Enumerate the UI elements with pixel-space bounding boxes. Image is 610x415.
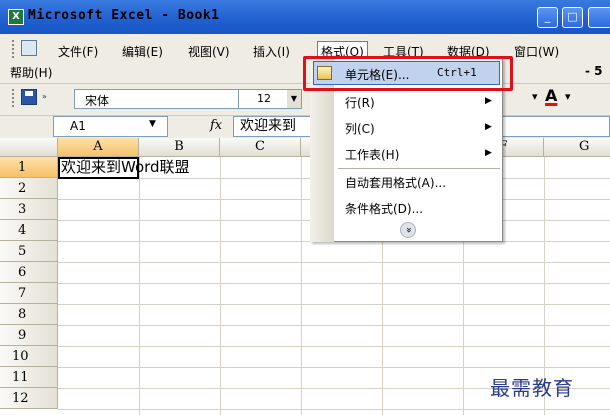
grid-line	[58, 409, 610, 410]
column-header[interactable]: B	[139, 138, 220, 157]
toolbar-options-icon[interactable]: »	[42, 92, 47, 101]
grid-line	[58, 346, 610, 347]
close-button[interactable]	[588, 7, 610, 28]
row-header[interactable]: 12	[0, 388, 58, 409]
submenu-arrow-icon: ▶	[485, 96, 492, 106]
row-header[interactable]: 2	[0, 178, 58, 199]
menu-edit[interactable]: 编辑(E)	[122, 43, 163, 60]
row-header[interactable]: 11	[0, 367, 58, 388]
maximize-button[interactable]: □	[562, 7, 583, 28]
menubar-restore[interactable]: - 5	[585, 64, 603, 78]
row-header[interactable]: 4	[0, 220, 58, 241]
row-header[interactable]: 3	[0, 199, 58, 220]
row-header[interactable]: 7	[0, 283, 58, 304]
menu-item-column[interactable]: 列(C)	[345, 120, 375, 137]
grid-line	[139, 157, 140, 415]
font-color-dropdown-icon[interactable]: ▾	[565, 90, 571, 103]
font-name-value: 宋体	[85, 94, 110, 108]
save-icon[interactable]	[21, 89, 37, 105]
menu-file[interactable]: 文件(F)	[58, 43, 98, 60]
grid-line	[58, 325, 610, 326]
font-size-select[interactable]: 12 ▼	[238, 89, 302, 109]
column-header[interactable]: A	[58, 138, 139, 157]
grid-line	[58, 262, 610, 263]
toolbar-grip[interactable]	[12, 89, 15, 107]
name-box-arrow-icon[interactable]: ▼	[149, 119, 156, 129]
grid-line	[301, 157, 302, 415]
window-title: Microsoft Excel - Book1	[28, 8, 220, 23]
grid-line	[220, 157, 221, 415]
row-header[interactable]: 6	[0, 262, 58, 283]
row-header[interactable]: 9	[0, 325, 58, 346]
row-header[interactable]: 8	[0, 304, 58, 325]
toolbar-arrow-icon[interactable]: ▾	[532, 90, 538, 103]
menu-item-conditional-format[interactable]: 条件格式(D)...	[345, 200, 423, 217]
submenu-arrow-icon: ▶	[485, 148, 492, 158]
font-name-select[interactable]: 宋体 ▼	[74, 89, 260, 109]
select-all-corner[interactable]	[0, 138, 58, 157]
cell-a1[interactable]: 欢迎来到Word联盟	[58, 157, 190, 179]
menu-item-autoformat[interactable]: 自动套用格式(A)...	[345, 174, 446, 191]
row-header[interactable]: 1	[0, 157, 58, 178]
row-header[interactable]: 5	[0, 241, 58, 262]
chevron-down-icon: ▼	[287, 90, 301, 108]
excel-icon: X	[8, 9, 24, 25]
menu-separator	[338, 168, 500, 169]
font-size-value: 12	[257, 92, 271, 105]
menubar-grip[interactable]	[12, 40, 15, 58]
menu-insert[interactable]: 插入(I)	[253, 43, 290, 60]
menu-help[interactable]: 帮助(H)	[10, 64, 52, 81]
menu-item-row[interactable]: 行(R)	[345, 94, 375, 111]
watermark-text: 最需教育	[490, 376, 574, 400]
submenu-arrow-icon: ▶	[485, 122, 492, 132]
column-header[interactable]: G	[544, 138, 610, 157]
highlight-annotation	[303, 56, 513, 91]
workbook-icon[interactable]	[21, 40, 37, 56]
minimize-button[interactable]: _	[537, 7, 558, 28]
column-header[interactable]: C	[220, 138, 301, 157]
font-color-button[interactable]: A	[545, 86, 557, 105]
menu-window[interactable]: 窗口(W)	[514, 43, 559, 60]
menu-view[interactable]: 视图(V)	[188, 43, 230, 60]
function-icon[interactable]: fx	[210, 118, 222, 133]
grid-line	[58, 367, 610, 368]
row-header[interactable]: 10	[0, 346, 58, 367]
menu-item-sheet[interactable]: 工作表(H)	[345, 146, 399, 163]
grid-line	[58, 283, 610, 284]
expand-menu-icon[interactable]: »	[400, 222, 416, 238]
grid-line	[58, 304, 610, 305]
